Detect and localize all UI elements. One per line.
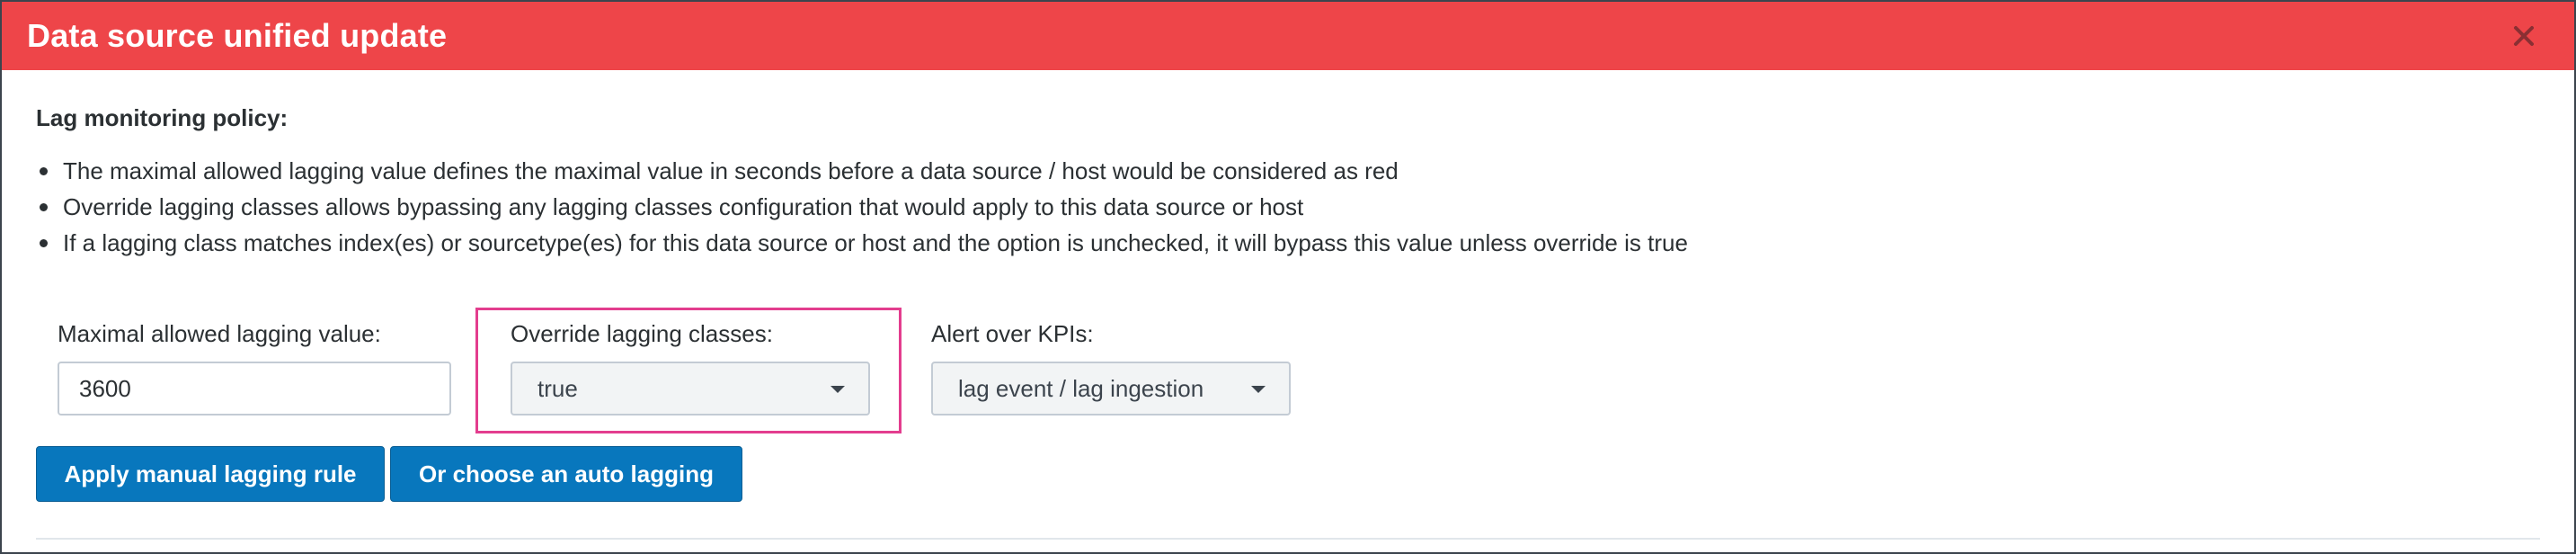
policy-bullet-text: Override lagging classes allows bypassin… xyxy=(63,193,1304,220)
dialog-title: Data source unified update xyxy=(27,17,448,54)
policy-bullet-text: If a lagging class matches index(es) or … xyxy=(63,229,1688,256)
caret-down-icon xyxy=(831,386,845,393)
policy-bullet: Override lagging classes allows bypassin… xyxy=(36,189,1688,225)
policy-bullet: The maximal allowed lagging value define… xyxy=(36,153,1688,189)
update-dialog: Data source unified update Lag monitorin… xyxy=(0,0,2576,554)
override-select[interactable]: true xyxy=(511,362,870,416)
policy-bullet-list: The maximal allowed lagging value define… xyxy=(36,153,1688,261)
override-label: Override lagging classes: xyxy=(511,320,773,347)
alert-kpis-select[interactable]: lag event / lag ingestion xyxy=(931,362,1291,416)
max-lag-label: Maximal allowed lagging value: xyxy=(58,320,381,347)
dialog-header: Data source unified update xyxy=(2,2,2574,70)
policy-bullet-text: The maximal allowed lagging value define… xyxy=(63,157,1399,184)
max-lag-input[interactable] xyxy=(58,362,451,416)
bullet-dot-icon xyxy=(40,239,48,247)
policy-title: Lag monitoring policy: xyxy=(36,104,289,131)
override-select-value: true xyxy=(537,374,578,402)
alert-kpis-label: Alert over KPIs: xyxy=(931,320,1094,347)
policy-bullet: If a lagging class matches index(es) or … xyxy=(36,225,1688,261)
section-divider xyxy=(36,538,2540,540)
apply-manual-lagging-button[interactable]: Apply manual lagging rule xyxy=(36,446,385,502)
alert-kpis-select-value: lag event / lag ingestion xyxy=(958,374,1204,402)
bullet-dot-icon xyxy=(40,203,48,211)
auto-lagging-button[interactable]: Or choose an auto lagging xyxy=(390,446,742,502)
caret-down-icon xyxy=(1251,386,1266,393)
bullet-dot-icon xyxy=(40,167,48,175)
close-icon[interactable] xyxy=(2509,22,2538,50)
